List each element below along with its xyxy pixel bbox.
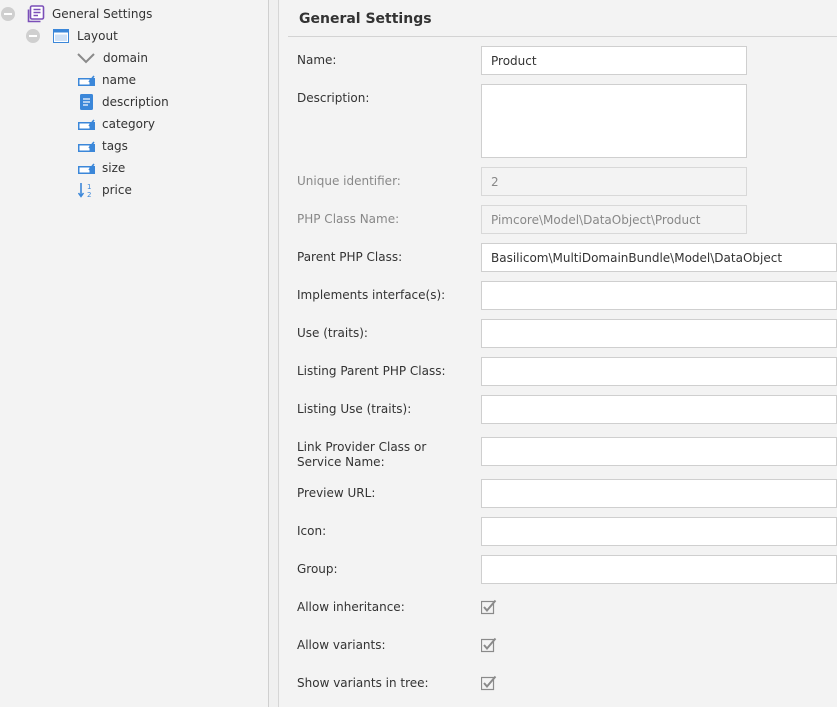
collapse-toggle-icon[interactable] bbox=[1, 7, 15, 21]
tree-node-label: category bbox=[102, 117, 156, 131]
listing-use-traits-input[interactable] bbox=[481, 395, 837, 424]
tree-node-label: tags bbox=[102, 139, 128, 153]
class-settings-icon bbox=[27, 5, 45, 23]
tree-node-general-settings[interactable]: General Settings bbox=[1, 3, 152, 25]
tree-node-label: description bbox=[102, 95, 169, 109]
input-field-icon bbox=[78, 140, 95, 152]
tree-node-layout[interactable]: Layout bbox=[26, 25, 118, 47]
preview-url-input[interactable] bbox=[481, 479, 837, 508]
implements-interfaces-label: Implements interface(s): bbox=[297, 288, 446, 302]
tree-node-category[interactable]: category bbox=[78, 113, 155, 135]
group-label: Group: bbox=[297, 562, 338, 576]
listing-parent-php-class-input[interactable] bbox=[481, 357, 837, 386]
icon-input[interactable] bbox=[481, 517, 837, 546]
unique-identifier-label: Unique identifier: bbox=[297, 174, 401, 188]
numeric-field-icon: 1 2 bbox=[77, 182, 94, 199]
allow-inheritance-label: Allow inheritance: bbox=[297, 600, 405, 614]
form-title: General Settings bbox=[299, 11, 432, 27]
tree-node-price[interactable]: 1 2 price bbox=[77, 179, 132, 201]
select-chevron-icon bbox=[77, 52, 95, 64]
tree-node-description[interactable]: description bbox=[80, 91, 169, 113]
link-provider-label: Link Provider Class or Service Name: bbox=[297, 440, 427, 469]
use-traits-label: Use (traits): bbox=[297, 326, 368, 340]
preview-url-label: Preview URL: bbox=[297, 486, 376, 500]
collapse-toggle-icon[interactable] bbox=[26, 29, 40, 43]
group-input[interactable] bbox=[481, 555, 837, 584]
description-label: Description: bbox=[297, 91, 370, 105]
use-traits-input[interactable] bbox=[481, 319, 837, 348]
panel-gutter bbox=[269, 0, 278, 707]
show-variants-in-tree-label: Show variants in tree: bbox=[297, 676, 429, 690]
svg-text:1: 1 bbox=[87, 183, 91, 191]
tree-node-label: size bbox=[102, 161, 126, 175]
tree-node-domain[interactable]: domain bbox=[77, 47, 148, 69]
parent-php-class-input[interactable]: Basilicom\MultiDomainBundle\Model\DataOb… bbox=[481, 243, 837, 272]
input-field-icon bbox=[78, 118, 95, 130]
panel-layout-icon bbox=[53, 29, 69, 43]
listing-parent-php-class-label: Listing Parent PHP Class: bbox=[297, 364, 446, 378]
tree-node-label: General Settings bbox=[52, 7, 153, 21]
tree-node-label: domain bbox=[103, 51, 148, 65]
tree-node-size[interactable]: size bbox=[78, 157, 125, 179]
show-variants-in-tree-checkbox[interactable] bbox=[480, 675, 497, 691]
tree-node-label: name bbox=[102, 73, 137, 87]
description-textarea[interactable] bbox=[481, 84, 747, 158]
tree-node-label: Layout bbox=[77, 29, 118, 43]
allow-variants-label: Allow variants: bbox=[297, 638, 386, 652]
divider bbox=[288, 36, 837, 37]
listing-use-traits-label: Listing Use (traits): bbox=[297, 402, 412, 416]
svg-text:2: 2 bbox=[87, 191, 91, 198]
tree-node-name[interactable]: name bbox=[78, 69, 136, 91]
name-label: Name: bbox=[297, 53, 337, 67]
implements-interfaces-input[interactable] bbox=[481, 281, 837, 310]
name-input[interactable]: Product bbox=[481, 46, 747, 75]
allow-variants-checkbox[interactable] bbox=[480, 637, 497, 653]
unique-identifier-field: 2 bbox=[481, 167, 747, 196]
php-class-name-label: PHP Class Name: bbox=[297, 212, 400, 226]
php-class-name-field: Pimcore\Model\DataObject\Product bbox=[481, 205, 747, 234]
input-field-icon bbox=[78, 162, 95, 174]
general-settings-form: General Settings Name: Product Descripti… bbox=[279, 0, 837, 707]
link-provider-input[interactable] bbox=[481, 437, 837, 466]
parent-php-class-label: Parent PHP Class: bbox=[297, 250, 403, 264]
icon-label: Icon: bbox=[297, 524, 327, 538]
textarea-document-icon bbox=[80, 94, 93, 110]
tree-node-label: price bbox=[102, 183, 132, 197]
tree-node-tags[interactable]: tags bbox=[78, 135, 128, 157]
class-layout-tree: General Settings Layout domain name desc… bbox=[0, 0, 268, 707]
allow-inheritance-checkbox[interactable] bbox=[480, 599, 497, 615]
input-field-icon bbox=[78, 74, 95, 86]
